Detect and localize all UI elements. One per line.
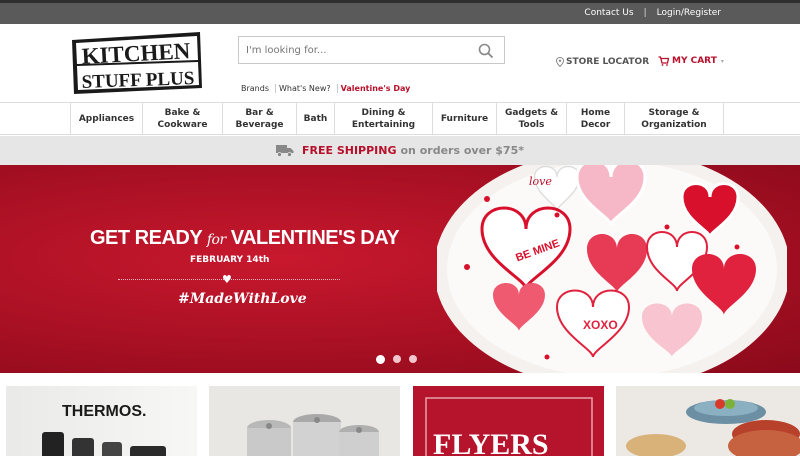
promo-tiles: THERMOS. FLYERS	[0, 386, 800, 456]
nav-appliances[interactable]: Appliances	[70, 103, 142, 134]
cart-label: MY CART	[672, 56, 717, 66]
heart-icon: ♥	[222, 273, 232, 286]
promo-tile-flyers[interactable]: FLYERS	[413, 386, 604, 456]
promo-tile-storage-canisters[interactable]	[209, 386, 400, 456]
search-box	[238, 36, 505, 64]
account-links: Contact Us | Login/Register	[584, 8, 721, 18]
carousel-indicators	[376, 355, 417, 364]
main-nav: Appliances Bake & Cookware Bar & Beverag…	[0, 102, 800, 135]
cookie-text-xoxo: XOXO	[583, 318, 618, 332]
nav-furniture[interactable]: Furniture	[432, 103, 496, 134]
cookie-plate-image: love BE MINE XOXO	[437, 165, 787, 373]
store-locator-link[interactable]: STORE LOCATOR	[556, 57, 649, 67]
nav-dining-entertaining[interactable]: Dining & Entertaining	[334, 103, 432, 134]
nav-bar-beverage[interactable]: Bar & Beverage	[222, 103, 296, 134]
hero-banner[interactable]: GET READY for VALENTINE'S DAY FEBRUARY 1…	[0, 165, 800, 373]
hero-hashtag: #MadeWithLove	[178, 291, 307, 307]
cookie-text-love: love	[529, 175, 552, 188]
map-pin-icon	[556, 57, 564, 67]
search-input[interactable]	[239, 37, 469, 63]
search-icon[interactable]	[478, 43, 494, 59]
truck-icon	[275, 145, 294, 157]
quick-links: Brands What's New? Valentine's Day	[238, 84, 416, 93]
free-shipping-banner[interactable]: FREE SHIPPING on orders over $75*	[0, 136, 800, 165]
brands-link[interactable]: Brands	[238, 84, 276, 93]
thermos-brand-text: THERMOS.	[62, 403, 146, 420]
hero-headline-part-2: VALENTINE'S DAY	[225, 227, 400, 249]
shipping-threshold-text: on orders over $75*	[400, 144, 525, 157]
carousel-dot-1[interactable]	[376, 355, 385, 364]
promo-tile-dinnerware[interactable]	[616, 386, 800, 456]
hero-headline-for: for	[206, 232, 226, 248]
nav-bath[interactable]: Bath	[296, 103, 334, 134]
nav-home-decor[interactable]: Home Decor	[566, 103, 624, 134]
hero-headline-part-1: GET READY	[90, 227, 207, 249]
hero-date: FEBRUARY 14th	[190, 255, 270, 265]
free-shipping-label: FREE SHIPPING	[301, 144, 397, 157]
nav-gadgets-tools[interactable]: Gadgets & Tools	[496, 103, 566, 134]
contact-us-link[interactable]: Contact Us	[584, 8, 633, 18]
flyers-text: FLYERS	[433, 428, 549, 456]
carousel-dot-3[interactable]	[409, 355, 417, 363]
cart-link[interactable]: MY CART ▾	[658, 56, 724, 66]
link-separator: |	[643, 8, 647, 18]
cart-icon	[658, 56, 669, 66]
whats-new-link[interactable]: What's New?	[276, 84, 338, 93]
kitchen-stuff-plus-logo[interactable]: KITCHEN STUFF PLUS	[68, 30, 204, 96]
carousel-dot-2[interactable]	[393, 355, 401, 363]
nav-storage-organization[interactable]: Storage & Organization	[624, 103, 724, 134]
store-locator-label: STORE LOCATOR	[566, 57, 650, 67]
nav-bake-cookware[interactable]: Bake & Cookware	[142, 103, 222, 134]
promo-tile-thermos[interactable]: THERMOS.	[6, 386, 197, 456]
hero-headline: GET READY for VALENTINE'S DAY	[90, 227, 400, 250]
login-register-link[interactable]: Login/Register	[657, 8, 721, 18]
top-bar: Contact Us | Login/Register	[0, 0, 800, 24]
valentines-day-link[interactable]: Valentine's Day	[338, 84, 417, 93]
logo-line-2: STUFF PLUS	[81, 68, 194, 93]
cart-dropdown-icon[interactable]: ▾	[721, 58, 724, 65]
